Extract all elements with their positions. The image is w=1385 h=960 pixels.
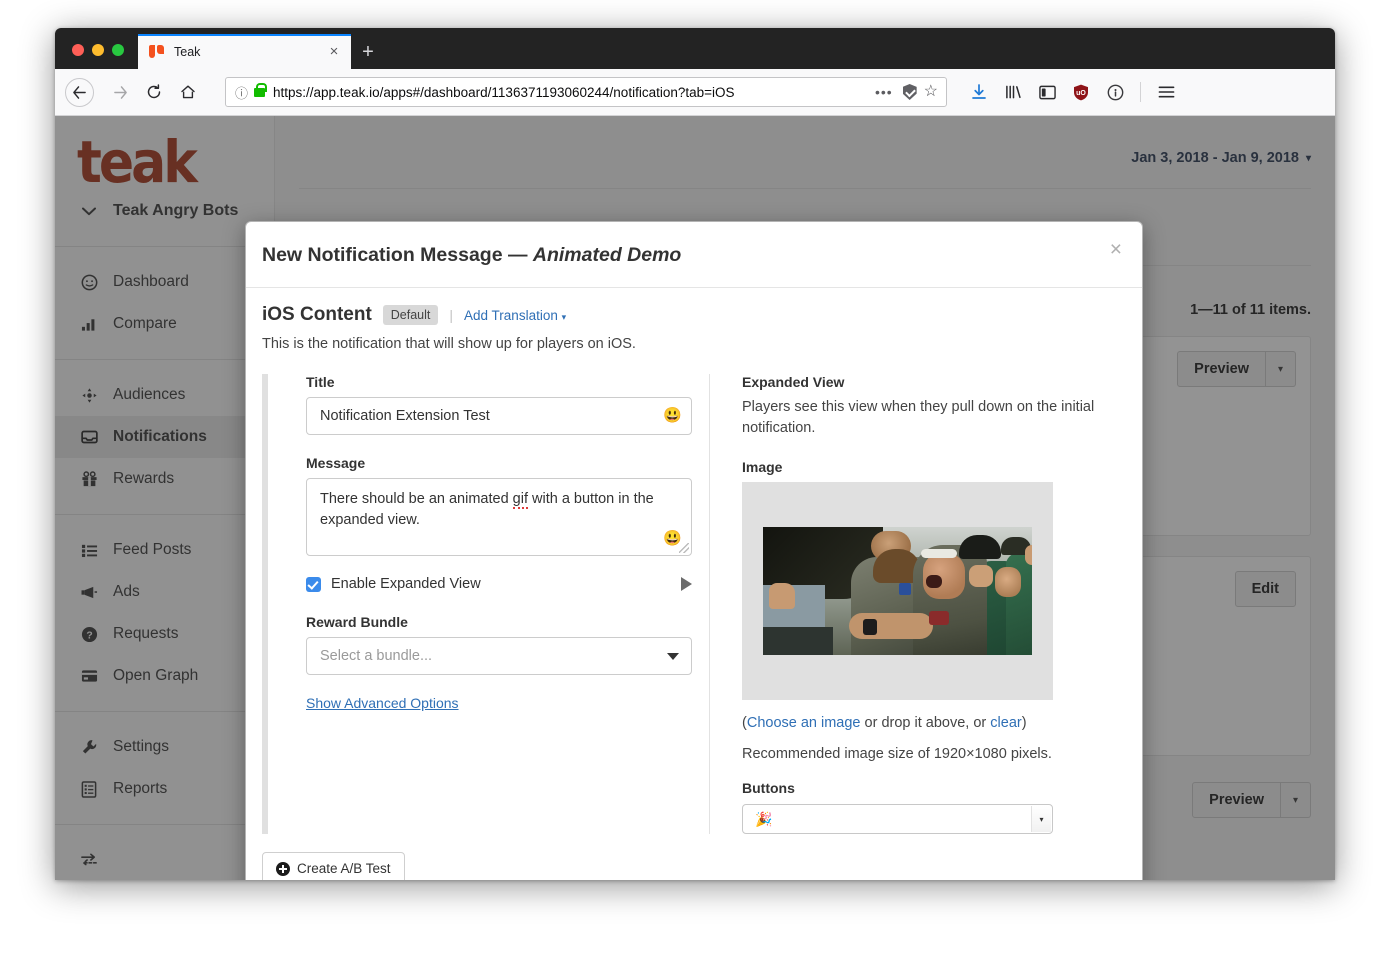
enable-expanded-view-row[interactable]: Enable Expanded View bbox=[306, 576, 692, 592]
misspelled-word: gif bbox=[512, 491, 528, 509]
image-label: Image bbox=[742, 459, 783, 476]
close-tab-icon[interactable]: × bbox=[325, 43, 343, 61]
expanded-view-label: Expanded View bbox=[742, 374, 845, 390]
two-column-layout: Title 😃 Message There should be an anima… bbox=[262, 374, 1126, 835]
teak-logo-icon bbox=[149, 44, 165, 60]
modal-header: New Notification Message — Animated Demo… bbox=[246, 222, 1142, 288]
svg-text:uO: uO bbox=[1076, 89, 1086, 96]
notification-image-preview bbox=[763, 527, 1032, 656]
caption-paren-close: ) bbox=[1021, 715, 1027, 732]
modal-body: iOS Content Default | Add Translation ▾ … bbox=[246, 288, 1142, 835]
buttons-label: Buttons bbox=[742, 780, 795, 797]
select-arrow-icon[interactable]: ▾ bbox=[1031, 806, 1051, 833]
modal-title: New Notification Message — Animated Demo bbox=[262, 244, 1118, 267]
title-input[interactable] bbox=[307, 398, 691, 434]
create-ab-test-button[interactable]: Create A/B Test bbox=[262, 852, 405, 880]
screen: Teak × + ⓘ https://app.teak.io/apps#/das… bbox=[0, 0, 1385, 960]
separator: | bbox=[449, 307, 454, 323]
buttons-selected-value: 🎉 bbox=[755, 810, 773, 827]
download-icon[interactable] bbox=[963, 77, 995, 107]
navigation-toolbar: ⓘ https://app.teak.io/apps#/dashboard/11… bbox=[55, 69, 1335, 116]
create-ab-test-label: Create A/B Test bbox=[297, 861, 391, 877]
address-bar[interactable]: ⓘ https://app.teak.io/apps#/dashboard/11… bbox=[225, 77, 947, 107]
play-triangle-icon[interactable] bbox=[681, 577, 692, 591]
chevron-down-icon: ▾ bbox=[561, 311, 567, 322]
message-field-label: Message bbox=[306, 455, 366, 471]
plus-circle-icon bbox=[276, 861, 290, 876]
new-notification-modal: New Notification Message — Animated Demo… bbox=[245, 221, 1143, 880]
toolbar-icons: uO bbox=[963, 77, 1182, 107]
section-subtitle: This is the notification that will show … bbox=[262, 336, 636, 352]
url-text: https://app.teak.io/apps#/dashboard/1136… bbox=[273, 84, 735, 100]
message-field-wrapper: There should be an animated gif with a b… bbox=[306, 478, 692, 556]
section-heading: iOS Content bbox=[262, 304, 372, 325]
message-text-part1: There should be an animated bbox=[320, 491, 513, 507]
bookmark-star-icon[interactable]: ☆ bbox=[924, 84, 938, 100]
hamburger-menu-icon[interactable] bbox=[1150, 77, 1182, 107]
back-button[interactable] bbox=[65, 77, 94, 107]
image-actions-caption: (Choose an image or drop it above, or cl… bbox=[742, 715, 1126, 731]
browser-tab-teak[interactable]: Teak × bbox=[138, 34, 351, 69]
expanded-view-description: Players see this view when they pull dow… bbox=[742, 399, 1095, 437]
ab-test-row: Create A/B Test bbox=[246, 834, 1142, 880]
window-controls bbox=[55, 44, 138, 69]
site-info-icon[interactable]: ⓘ bbox=[235, 83, 248, 102]
close-modal-icon[interactable]: × bbox=[1110, 239, 1122, 260]
ublock-shield-icon[interactable]: uO bbox=[1065, 77, 1097, 107]
left-column: Title 😃 Message There should be an anima… bbox=[262, 374, 692, 835]
page-actions-icon[interactable]: ••• bbox=[867, 84, 901, 100]
image-dropzone[interactable] bbox=[742, 482, 1053, 701]
message-textarea[interactable]: There should be an animated gif with a b… bbox=[307, 479, 691, 555]
reload-button[interactable] bbox=[137, 77, 171, 107]
reward-bundle-placeholder: Select a bundle... bbox=[320, 648, 433, 664]
reward-bundle-label: Reward Bundle bbox=[306, 614, 408, 630]
choose-an-image-link[interactable]: Choose an image bbox=[747, 715, 861, 731]
buttons-select[interactable]: 🎉 ▾ bbox=[742, 804, 1053, 835]
close-window-button[interactable] bbox=[72, 44, 84, 56]
recommended-size-text: Recommended image size of 1920×1080 pixe… bbox=[742, 746, 1052, 763]
lock-icon bbox=[254, 82, 268, 97]
new-tab-button[interactable]: + bbox=[351, 34, 385, 69]
emoji-picker-icon[interactable]: 😃 bbox=[663, 408, 682, 423]
modal-title-emphasis: Animated Demo bbox=[532, 244, 682, 266]
minimize-window-button[interactable] bbox=[92, 44, 104, 56]
caption-mid-text: or drop it above, or bbox=[860, 715, 991, 732]
show-advanced-options-link[interactable]: Show Advanced Options bbox=[306, 695, 459, 711]
clear-image-link[interactable]: clear bbox=[990, 715, 1021, 731]
forward-button[interactable] bbox=[103, 77, 137, 107]
default-badge: Default bbox=[382, 305, 439, 325]
maximize-window-button[interactable] bbox=[112, 44, 124, 56]
chevron-down-icon bbox=[667, 652, 679, 660]
add-translation-link[interactable]: Add Translation ▾ bbox=[464, 308, 566, 323]
browser-window: Teak × + ⓘ https://app.teak.io/apps#/das… bbox=[55, 28, 1335, 880]
right-column: Expanded View Players see this view when… bbox=[710, 374, 1126, 835]
tracking-protection-icon[interactable] bbox=[902, 84, 917, 100]
title-field-label: Title bbox=[306, 374, 335, 390]
modal-title-main: New Notification Message — bbox=[262, 244, 533, 266]
textarea-resize-handle[interactable] bbox=[679, 543, 689, 553]
enable-expanded-view-checkbox[interactable] bbox=[306, 576, 321, 592]
enable-expanded-view-label: Enable Expanded View bbox=[331, 576, 481, 592]
reward-bundle-select[interactable]: Select a bundle... bbox=[306, 637, 692, 675]
tab-strip: Teak × + bbox=[55, 28, 1335, 69]
toolbar-separator bbox=[1140, 82, 1141, 102]
tab-title: Teak bbox=[174, 44, 201, 59]
section-header: iOS Content Default | Add Translation ▾ bbox=[262, 304, 1126, 326]
account-icon[interactable] bbox=[1099, 77, 1131, 107]
title-field-wrapper: 😃 bbox=[306, 397, 692, 435]
sidebar-icon[interactable] bbox=[1031, 77, 1063, 107]
library-icon[interactable] bbox=[997, 77, 1029, 107]
app-page: teak Teak Angry Bots Dashboard bbox=[55, 116, 1335, 880]
home-button[interactable] bbox=[171, 77, 205, 107]
